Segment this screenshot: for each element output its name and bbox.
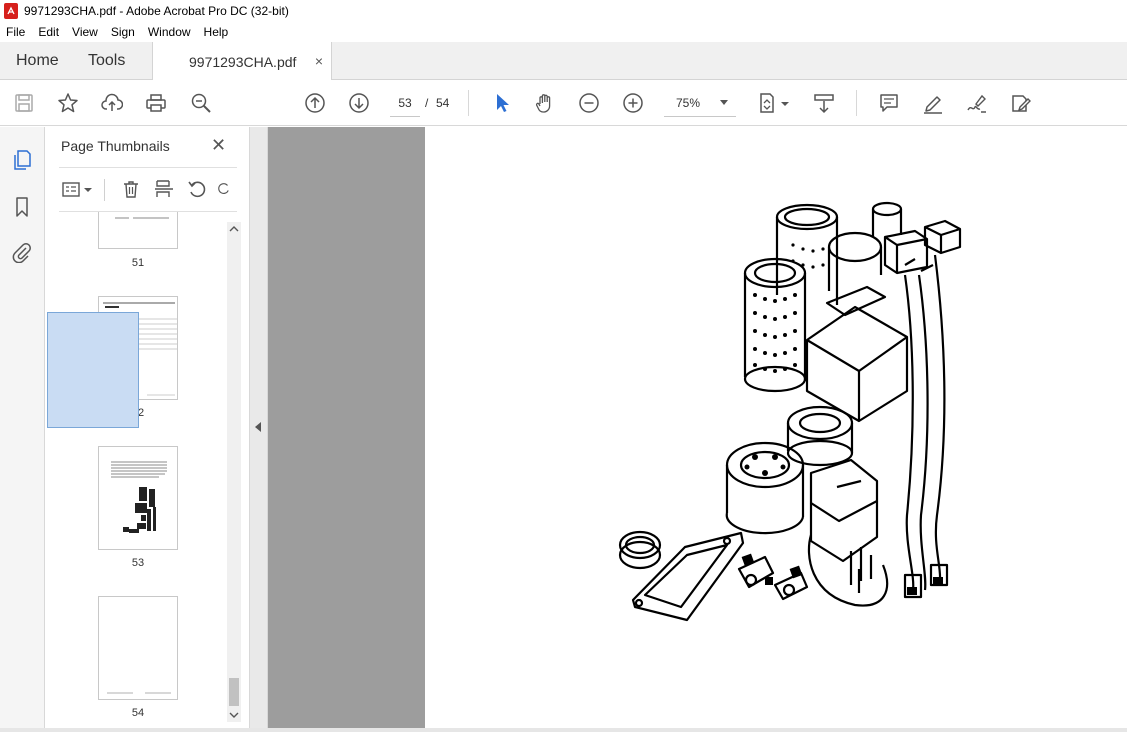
search-zoom-icon[interactable] bbox=[189, 91, 213, 115]
tab-bar: Home Tools 9971293CHA.pdf × bbox=[0, 42, 1127, 81]
zoom-in-icon[interactable] bbox=[621, 91, 645, 115]
chevron-down-icon[interactable] bbox=[82, 178, 94, 200]
menu-window[interactable]: Window bbox=[148, 25, 191, 39]
menu-bar: File Edit View Sign Window Help bbox=[0, 22, 1127, 42]
tab-document[interactable]: 9971293CHA.pdf × bbox=[152, 42, 332, 81]
zoom-value: 75% bbox=[676, 96, 701, 110]
extract-pages-icon[interactable] bbox=[152, 178, 176, 200]
page-up-icon[interactable] bbox=[303, 91, 327, 115]
divider bbox=[59, 167, 237, 168]
fill-sign-icon[interactable] bbox=[1009, 91, 1033, 115]
thumbnail-page-51[interactable] bbox=[98, 212, 178, 249]
page-separator: / bbox=[425, 96, 429, 110]
menu-file[interactable]: File bbox=[6, 25, 25, 39]
chevron-down-icon bbox=[720, 100, 728, 105]
tab-home[interactable]: Home bbox=[0, 42, 72, 79]
menu-edit[interactable]: Edit bbox=[38, 25, 59, 39]
title-bar: 9971293CHA.pdf - Adobe Acrobat Pro DC (3… bbox=[0, 0, 1127, 22]
zoom-select[interactable]: 75% bbox=[664, 89, 736, 117]
sign-icon[interactable] bbox=[965, 91, 989, 115]
toolbar-divider bbox=[856, 90, 857, 116]
scrollbar-thumb[interactable] bbox=[229, 678, 239, 706]
thumbnail-page-53[interactable] bbox=[98, 446, 178, 550]
tab-close-icon[interactable]: × bbox=[315, 53, 323, 69]
thumbnail-selection-highlight bbox=[47, 312, 139, 428]
tab-document-label: 9971293CHA.pdf bbox=[189, 53, 297, 70]
thumbnail-options-icon[interactable] bbox=[59, 178, 83, 200]
collapse-arrow-icon[interactable] bbox=[255, 422, 261, 432]
parts-illustration bbox=[618, 201, 962, 622]
pdf-app-icon bbox=[4, 3, 18, 19]
highlight-icon[interactable] bbox=[921, 91, 945, 115]
menu-sign[interactable]: Sign bbox=[111, 25, 135, 39]
tab-tools[interactable]: Tools bbox=[72, 42, 152, 79]
scroll-down-icon[interactable] bbox=[227, 708, 241, 722]
status-bar bbox=[0, 728, 1127, 732]
page-fit-dropdown-icon[interactable] bbox=[779, 91, 791, 115]
window-title: 9971293CHA.pdf - Adobe Acrobat Pro DC (3… bbox=[24, 4, 289, 18]
print-icon[interactable] bbox=[144, 91, 168, 115]
select-pointer-icon[interactable] bbox=[490, 91, 514, 115]
panel-title: Page Thumbnails bbox=[61, 138, 170, 154]
bookmark-icon[interactable] bbox=[10, 195, 34, 219]
rotate-counterclockwise-icon[interactable] bbox=[185, 178, 209, 200]
star-icon[interactable] bbox=[56, 91, 80, 115]
page-total: 54 bbox=[436, 96, 450, 110]
attachment-icon[interactable] bbox=[10, 240, 34, 264]
zoom-out-icon[interactable] bbox=[577, 91, 601, 115]
thumbnail-label-53: 53 bbox=[131, 557, 145, 569]
page-fit-icon[interactable] bbox=[756, 91, 780, 115]
thumbnail-label-54: 54 bbox=[131, 707, 145, 719]
delete-page-icon[interactable] bbox=[119, 178, 143, 200]
menu-view[interactable]: View bbox=[72, 25, 98, 39]
toolbar-divider bbox=[468, 90, 469, 116]
scroll-mode-icon[interactable] bbox=[812, 91, 836, 115]
save-icon[interactable] bbox=[12, 91, 36, 115]
page-down-icon[interactable] bbox=[347, 91, 371, 115]
page-number-input[interactable]: 53 bbox=[390, 89, 420, 117]
rotate-clockwise-icon[interactable] bbox=[217, 178, 231, 200]
thumbnail-label-51: 51 bbox=[131, 257, 145, 269]
close-icon[interactable]: ✕ bbox=[211, 135, 226, 156]
thumbnail-page-54[interactable] bbox=[98, 596, 178, 700]
upload-icon[interactable] bbox=[100, 91, 124, 115]
page-thumbnails-icon[interactable] bbox=[10, 148, 34, 172]
comment-icon[interactable] bbox=[877, 91, 901, 115]
thumbnail-scrollbar[interactable] bbox=[227, 222, 241, 722]
main-toolbar bbox=[0, 80, 1127, 126]
menu-help[interactable]: Help bbox=[204, 25, 229, 39]
divider bbox=[104, 179, 105, 201]
hand-icon[interactable] bbox=[533, 91, 557, 115]
scroll-up-icon[interactable] bbox=[227, 222, 241, 236]
